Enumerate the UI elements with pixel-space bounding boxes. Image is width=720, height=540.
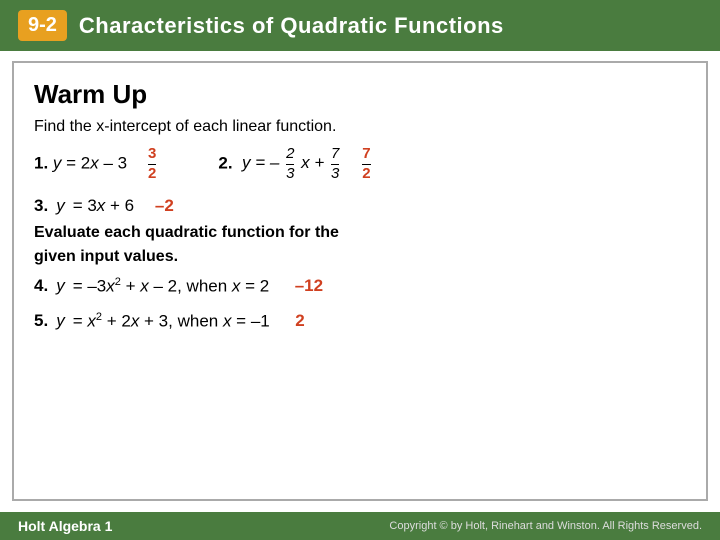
problem-3: 3. y = 3x + 6 –2 bbox=[34, 196, 686, 216]
evaluate-instruction-1: Evaluate each quadratic function for the bbox=[34, 224, 686, 242]
problem-1-answer: 3 2 bbox=[146, 153, 158, 172]
footer-copyright: Copyright © by Holt, Rinehart and Winsto… bbox=[389, 520, 702, 532]
section-badge: 9-2 bbox=[18, 10, 67, 41]
problem-1: 1. y = 2x – 3 3 2 bbox=[34, 146, 158, 182]
warmup-title: Warm Up bbox=[34, 79, 686, 110]
page-header: 9-2 Characteristics of Quadratic Functio… bbox=[0, 0, 720, 51]
warmup-subtitle: Find the x-intercept of each linear func… bbox=[34, 118, 686, 136]
problem-4-answer: –12 bbox=[295, 276, 323, 296]
problems-row-1-2: 1. y = 2x – 3 3 2 2. y = – 2 3 x + bbox=[34, 146, 686, 182]
problem-2-num: 2. bbox=[218, 153, 232, 172]
problem-1-equation: y bbox=[53, 153, 66, 172]
problem-5-eq-y: y bbox=[56, 311, 65, 331]
problem-5: 5. y = x2 + 2x + 3, when x = –1 2 bbox=[34, 311, 686, 332]
page-title: Characteristics of Quadratic Functions bbox=[79, 13, 504, 39]
problem-5-answer: 2 bbox=[295, 311, 304, 331]
problem-4-eq-y: y bbox=[56, 276, 65, 296]
problem-1-num: 1. bbox=[34, 153, 48, 172]
evaluate-instruction-2: given input values. bbox=[34, 248, 686, 266]
problem-5-num: 5. bbox=[34, 311, 48, 331]
problem-4: 4. y = –3x2 + x – 2, when x = 2 –12 bbox=[34, 276, 686, 297]
problem-3-num: 3. bbox=[34, 196, 48, 216]
problem-5-equation: = x2 + 2x + 3, when x = –1 bbox=[73, 311, 270, 332]
problem-4-num: 4. bbox=[34, 276, 48, 296]
footer-publisher: Holt Algebra 1 bbox=[18, 518, 112, 534]
problem-3-eq-rest: = 3x + 6 bbox=[73, 196, 134, 216]
content-area: Warm Up Find the x-intercept of each lin… bbox=[12, 61, 708, 501]
problem-4-equation: = –3x2 + x – 2, when x = 2 bbox=[73, 276, 270, 297]
page-footer: Holt Algebra 1 Copyright © by Holt, Rine… bbox=[0, 512, 720, 540]
problem-3-answer: –2 bbox=[155, 196, 174, 216]
problem-3-equation: y bbox=[56, 196, 65, 216]
problem-2-equation: y = – 2 3 x + 7 3 bbox=[237, 153, 346, 172]
problem-2: 2. y = – 2 3 x + 7 3 7 2 bbox=[218, 146, 372, 182]
problem-2-answer: 7 2 bbox=[360, 153, 372, 172]
